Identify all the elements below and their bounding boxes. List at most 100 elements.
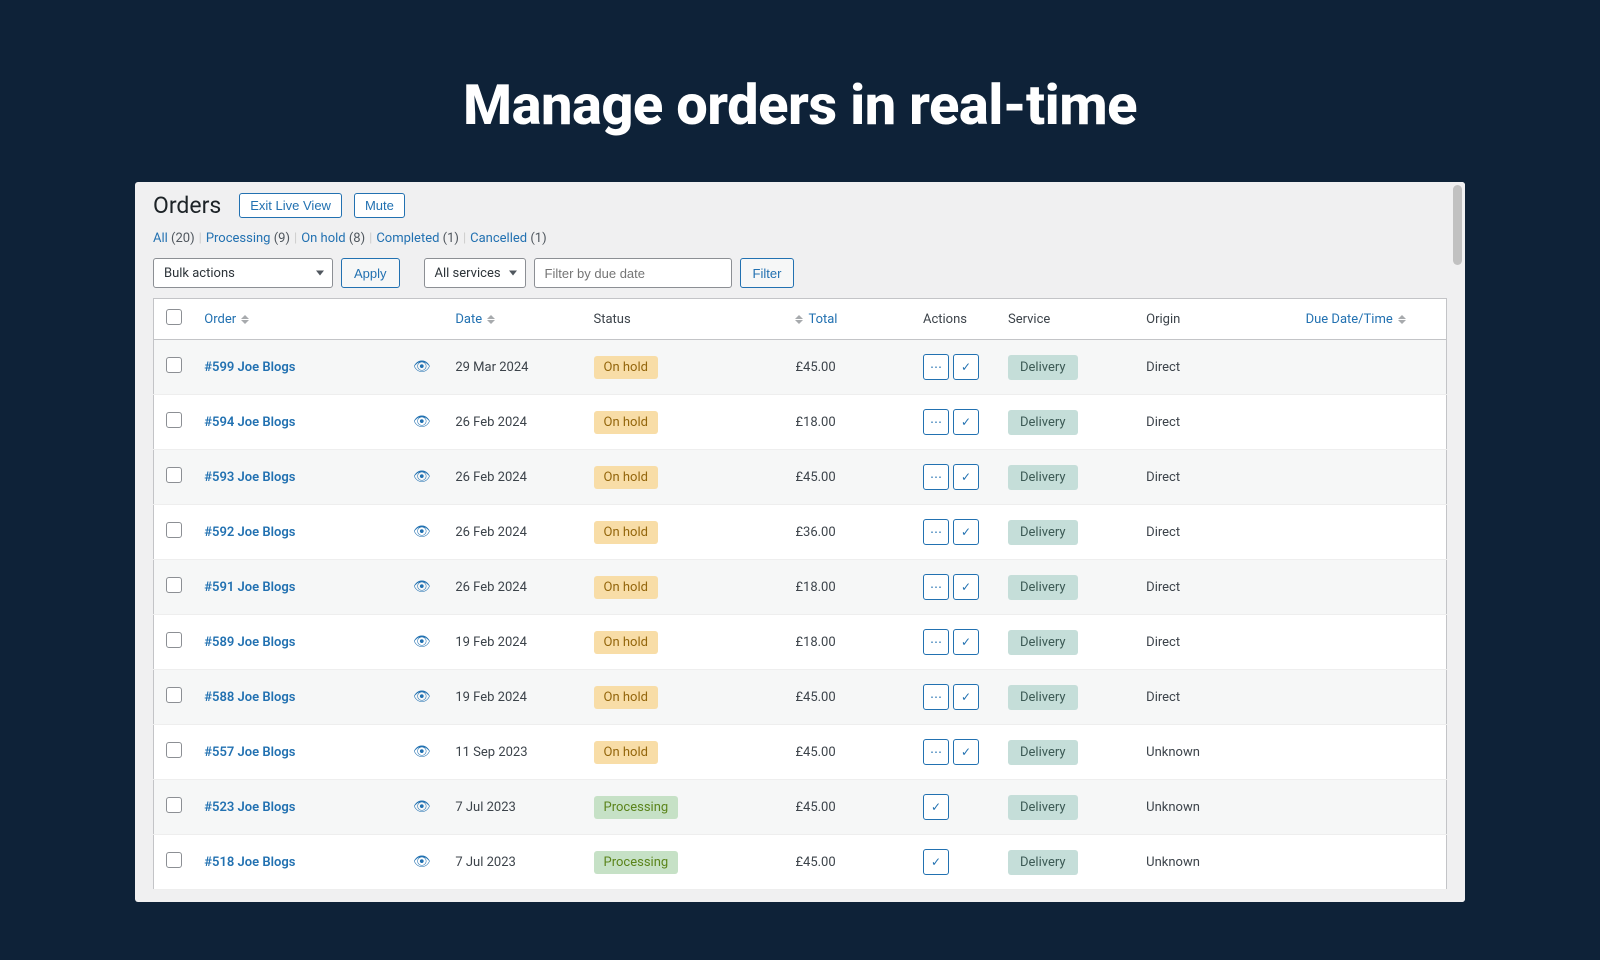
preview-icon[interactable]: 👁: [413, 579, 431, 595]
sort-icon: [241, 315, 249, 324]
row-checkbox[interactable]: [166, 412, 182, 428]
order-link[interactable]: #592 Joe Blogs: [204, 525, 295, 540]
more-actions-button[interactable]: ⋯: [923, 519, 949, 545]
complete-action-button[interactable]: ✓: [953, 629, 979, 655]
row-checkbox[interactable]: [166, 852, 182, 868]
preview-icon[interactable]: 👁: [413, 359, 431, 375]
row-checkbox[interactable]: [166, 577, 182, 593]
orders-window: Orders Exit Live View Mute All (20)|Proc…: [135, 182, 1465, 902]
column-service: Service: [1000, 299, 1138, 340]
order-origin: Unknown: [1138, 835, 1297, 890]
complete-action-button[interactable]: ✓: [923, 849, 949, 875]
table-row: #599 Joe Blogs👁29 Mar 2024On hold£45.00⋯…: [154, 340, 1447, 395]
preview-icon[interactable]: 👁: [413, 799, 431, 815]
preview-icon[interactable]: 👁: [413, 744, 431, 760]
hero-title: Manage orders in real-time: [0, 0, 1600, 182]
order-date: 7 Jul 2023: [447, 835, 585, 890]
exit-live-view-button[interactable]: Exit Live View: [239, 193, 342, 218]
mute-button[interactable]: Mute: [354, 193, 405, 218]
order-link[interactable]: #599 Joe Blogs: [204, 360, 295, 375]
row-checkbox[interactable]: [166, 687, 182, 703]
filter-tab-cancelled[interactable]: Cancelled (1): [470, 231, 546, 246]
more-actions-button[interactable]: ⋯: [923, 354, 949, 380]
window-scrollbar[interactable]: [1450, 182, 1465, 902]
column-date[interactable]: Date: [455, 312, 495, 327]
order-due: [1298, 835, 1447, 890]
complete-action-button[interactable]: ✓: [953, 684, 979, 710]
complete-action-button[interactable]: ✓: [953, 409, 979, 435]
filter-tab-completed[interactable]: Completed (1): [376, 231, 459, 246]
order-link[interactable]: #523 Joe Blogs: [204, 800, 295, 815]
row-checkbox[interactable]: [166, 522, 182, 538]
apply-button[interactable]: Apply: [341, 258, 400, 288]
order-link[interactable]: #557 Joe Blogs: [204, 745, 295, 760]
sort-icon: [487, 315, 495, 324]
service-badge: Delivery: [1008, 575, 1078, 600]
complete-action-button[interactable]: ✓: [953, 519, 979, 545]
order-link[interactable]: #591 Joe Blogs: [204, 580, 295, 595]
complete-action-button[interactable]: ✓: [953, 354, 979, 380]
more-actions-button[interactable]: ⋯: [923, 629, 949, 655]
filter-count: (8): [349, 231, 365, 246]
table-row: #589 Joe Blogs👁19 Feb 2024On hold£18.00⋯…: [154, 615, 1447, 670]
column-order[interactable]: Order: [204, 312, 249, 327]
column-origin: Origin: [1138, 299, 1297, 340]
complete-action-button[interactable]: ✓: [953, 739, 979, 765]
order-date: 29 Mar 2024: [447, 340, 585, 395]
preview-icon[interactable]: 👁: [413, 469, 431, 485]
column-status: Status: [586, 299, 788, 340]
order-link[interactable]: #589 Joe Blogs: [204, 635, 295, 650]
service-badge: Delivery: [1008, 850, 1078, 875]
order-link[interactable]: #594 Joe Blogs: [204, 415, 295, 430]
more-actions-button[interactable]: ⋯: [923, 739, 949, 765]
service-badge: Delivery: [1008, 410, 1078, 435]
order-link[interactable]: #588 Joe Blogs: [204, 690, 295, 705]
due-date-filter-input[interactable]: [534, 258, 732, 288]
order-date: 26 Feb 2024: [447, 395, 585, 450]
column-total[interactable]: Total: [795, 312, 837, 327]
row-checkbox[interactable]: [166, 797, 182, 813]
order-date: 7 Jul 2023: [447, 780, 585, 835]
more-actions-button[interactable]: ⋯: [923, 464, 949, 490]
row-checkbox[interactable]: [166, 357, 182, 373]
bulk-actions-label: Bulk actions: [164, 266, 235, 281]
preview-icon[interactable]: 👁: [413, 414, 431, 430]
service-badge: Delivery: [1008, 465, 1078, 490]
complete-action-button[interactable]: ✓: [953, 574, 979, 600]
preview-icon[interactable]: 👁: [413, 634, 431, 650]
select-all-checkbox[interactable]: [166, 309, 182, 325]
order-origin: Unknown: [1138, 780, 1297, 835]
filter-tab-on-hold[interactable]: On hold (8): [301, 231, 365, 246]
order-link[interactable]: #593 Joe Blogs: [204, 470, 295, 485]
column-due[interactable]: Due Date/Time: [1306, 312, 1406, 327]
page-title: Orders: [153, 192, 221, 219]
filter-tab-processing[interactable]: Processing (9): [206, 231, 290, 246]
filter-tab-all[interactable]: All (20): [153, 231, 195, 246]
row-checkbox[interactable]: [166, 467, 182, 483]
order-total: £18.00: [787, 560, 915, 615]
preview-icon[interactable]: 👁: [413, 689, 431, 705]
all-services-select[interactable]: All services: [424, 258, 526, 288]
filter-count: (1): [443, 231, 459, 246]
order-link[interactable]: #518 Joe Blogs: [204, 855, 295, 870]
status-badge: On hold: [594, 631, 658, 654]
order-date: 26 Feb 2024: [447, 505, 585, 560]
filter-button[interactable]: Filter: [740, 258, 795, 288]
filter-count: (9): [274, 231, 290, 246]
order-due: [1298, 395, 1447, 450]
more-actions-button[interactable]: ⋯: [923, 574, 949, 600]
row-checkbox[interactable]: [166, 632, 182, 648]
complete-action-button[interactable]: ✓: [953, 464, 979, 490]
more-actions-button[interactable]: ⋯: [923, 684, 949, 710]
complete-action-button[interactable]: ✓: [923, 794, 949, 820]
order-total: £45.00: [787, 450, 915, 505]
preview-icon[interactable]: 👁: [413, 854, 431, 870]
more-actions-button[interactable]: ⋯: [923, 409, 949, 435]
filter-count: (20): [171, 231, 195, 246]
filter-tabs: All (20)|Processing (9)|On hold (8)|Comp…: [153, 227, 1447, 258]
service-badge: Delivery: [1008, 630, 1078, 655]
preview-icon[interactable]: 👁: [413, 524, 431, 540]
bulk-actions-select[interactable]: Bulk actions: [153, 258, 333, 288]
filter-count: (1): [530, 231, 546, 246]
row-checkbox[interactable]: [166, 742, 182, 758]
